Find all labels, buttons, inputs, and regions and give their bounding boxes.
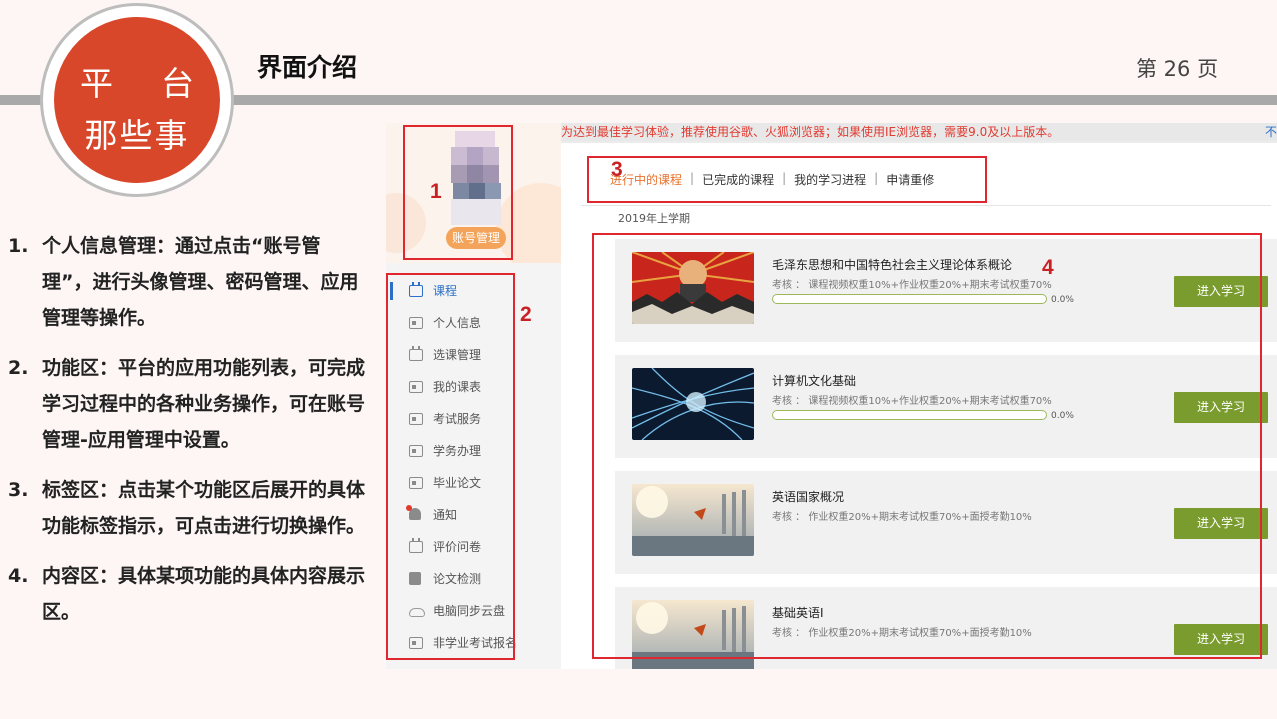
description-number: 4.	[8, 565, 29, 587]
semester-label: 2019年上学期	[618, 212, 690, 225]
annotation-box-profile	[403, 125, 513, 260]
description-list: 1. 个人信息管理：通过点击“账号管理”，进行头像管理、密码管理、应用管理等操作。…	[8, 228, 370, 644]
logo-char-right: 台	[161, 64, 194, 103]
slide-title: 界面介绍	[257, 53, 358, 82]
annotation-box-content	[592, 233, 1262, 659]
browser-notice: 为达到最佳学习体验，推荐使用谷歌、火狐浏览器；如果使用IE浏览器，需要9.0及以…	[561, 123, 1277, 141]
page-number: 第 26 页	[1136, 57, 1219, 81]
annotation-number: 4	[1042, 256, 1054, 279]
description-number: 1.	[8, 235, 29, 257]
annotation-box-menu	[386, 273, 515, 660]
description-text: 标签区：点击某个功能区后展开的具体功能标签指示，可点击进行切换操作。	[42, 479, 366, 537]
description-item: 4. 内容区：具体某项功能的具体内容展示区。	[8, 558, 370, 630]
logo-char-left: 平	[80, 64, 113, 103]
tab-divider	[581, 205, 1271, 206]
annotation-number: 1	[430, 180, 442, 203]
description-text: 个人信息管理：通过点击“账号管理”，进行头像管理、密码管理、应用管理等操作。	[42, 235, 359, 329]
description-text: 功能区：平台的应用功能列表，可完成学习过程中的各种业务操作，可在账号管理-应用管…	[42, 357, 366, 451]
logo-line2: 那些事	[84, 116, 190, 155]
description-item: 3. 标签区：点击某个功能区后展开的具体功能标签指示，可点击进行切换操作。	[8, 472, 370, 544]
logo-circle: 平 台 那些事	[54, 17, 220, 183]
browser-notice-text: 为达到最佳学习体验，推荐使用谷歌、火狐浏览器；如果使用IE浏览器，需要9.0及以…	[561, 125, 1060, 139]
annotation-number: 2	[520, 303, 532, 326]
description-number: 2.	[8, 357, 29, 379]
annotation-box-tabs	[587, 156, 987, 203]
description-number: 3.	[8, 479, 29, 501]
description-item: 1. 个人信息管理：通过点击“账号管理”，进行头像管理、密码管理、应用管理等操作。	[8, 228, 370, 336]
annotation-number: 3	[611, 158, 623, 181]
description-item: 2. 功能区：平台的应用功能列表，可完成学习过程中的各种业务操作，可在账号管理-应…	[8, 350, 370, 458]
notice-right-text: 不	[1264, 125, 1277, 139]
logo-badge: 平 台 那些事	[40, 3, 234, 197]
description-text: 内容区：具体某项功能的具体内容展示区。	[42, 565, 366, 623]
